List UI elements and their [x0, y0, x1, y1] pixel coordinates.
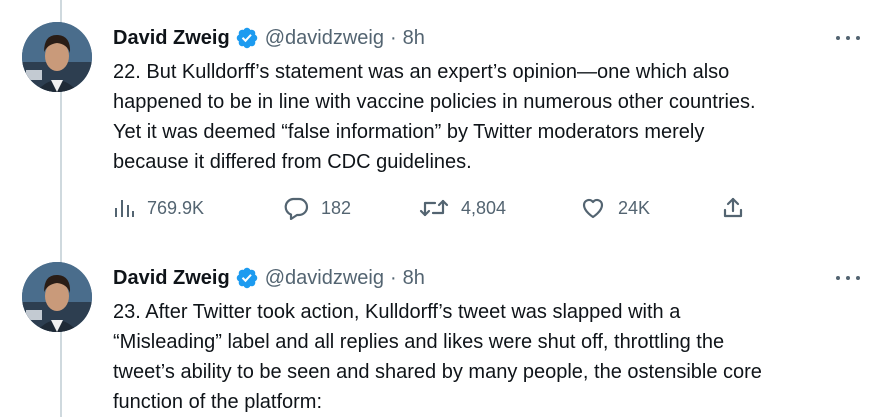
- retweet-count: 4,804: [461, 197, 507, 218]
- tweet-actions: 769.9K 182 4,804 24K: [113, 193, 753, 223]
- like-count: 24K: [618, 197, 651, 218]
- views-icon: [113, 197, 135, 219]
- share-button[interactable]: [721, 193, 745, 223]
- author-handle[interactable]: @davidzweig: [265, 267, 384, 290]
- separator-dot: ·: [389, 266, 397, 289]
- like-button[interactable]: 24K: [580, 193, 650, 223]
- views-count: 769.9K: [147, 197, 205, 218]
- timestamp[interactable]: 8h: [403, 267, 425, 290]
- retweet-icon: [419, 197, 449, 219]
- retweet-button[interactable]: 4,804: [419, 193, 506, 223]
- avatar[interactable]: [22, 262, 92, 332]
- tweet[interactable]: David Zweig @davidzweig · 8h 23. After T…: [0, 240, 876, 417]
- share-icon: [721, 196, 745, 220]
- tweet[interactable]: David Zweig @davidzweig · 8h 22. But Kul…: [0, 0, 876, 240]
- reply-button[interactable]: 182: [283, 193, 351, 223]
- tweet-text: 22. But Kulldorff’s statement was an exp…: [113, 61, 756, 173]
- verified-badge-icon: [235, 26, 259, 50]
- verified-badge-icon: [235, 266, 259, 290]
- views-button[interactable]: 769.9K: [113, 193, 204, 223]
- like-icon: [580, 196, 606, 220]
- more-icon[interactable]: [836, 30, 860, 46]
- separator-dot: ·: [389, 26, 397, 49]
- tweet-header: David Zweig @davidzweig · 8h: [113, 264, 425, 292]
- reply-count: 182: [321, 197, 352, 218]
- avatar[interactable]: [22, 22, 92, 92]
- tweet-header: David Zweig @davidzweig · 8h: [113, 24, 425, 52]
- timestamp[interactable]: 8h: [403, 27, 425, 50]
- author-handle[interactable]: @davidzweig: [265, 27, 384, 50]
- more-icon[interactable]: [836, 270, 860, 286]
- reply-icon: [283, 196, 309, 220]
- author-name[interactable]: David Zweig: [113, 27, 230, 50]
- tweet-text: 23. After Twitter took action, Kulldorff…: [113, 301, 762, 413]
- author-name[interactable]: David Zweig: [113, 267, 230, 290]
